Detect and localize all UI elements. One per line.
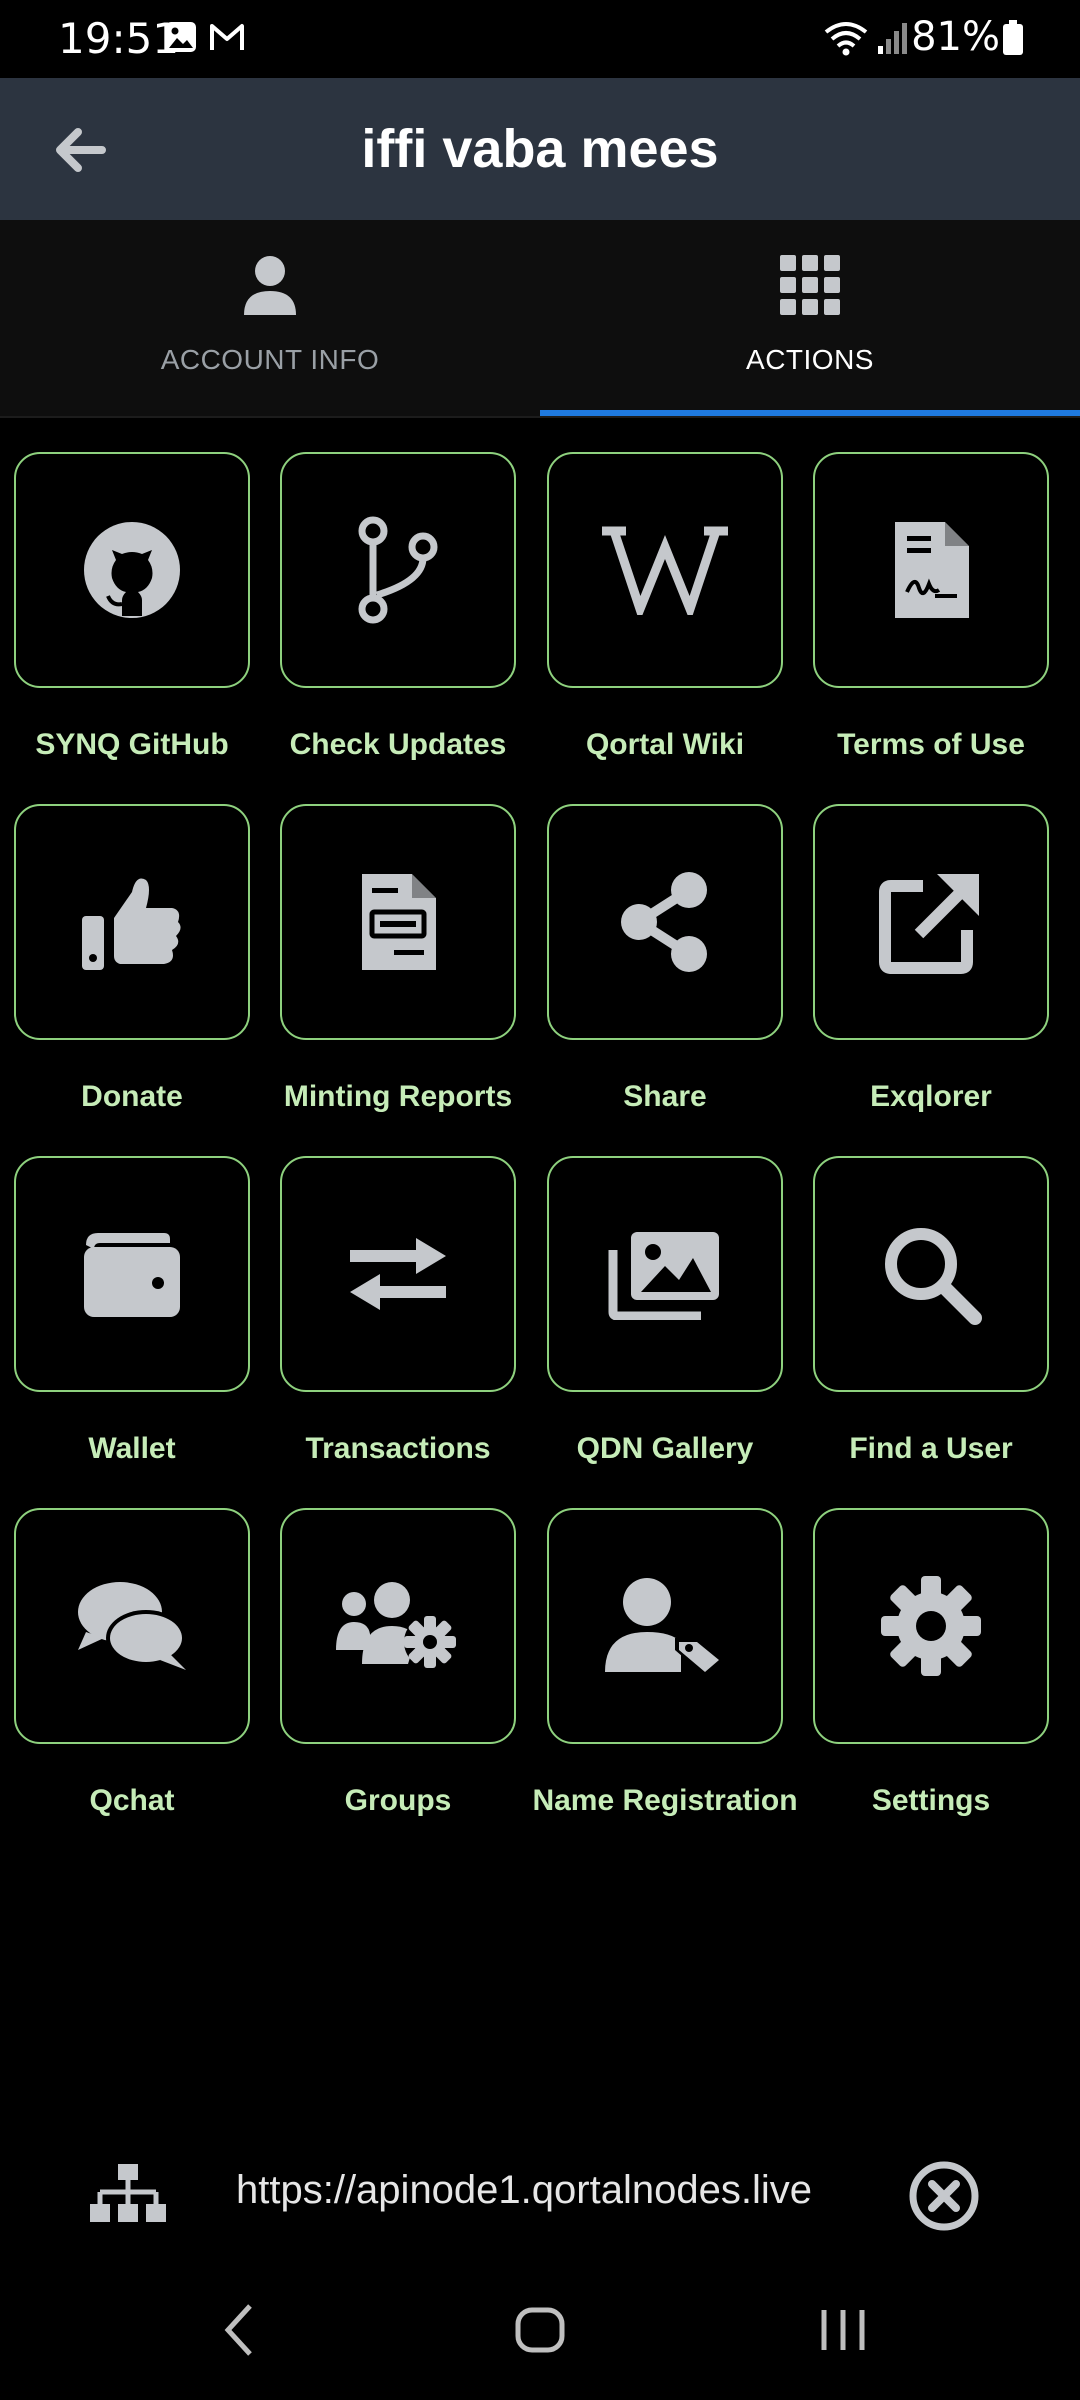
system-nav-bar bbox=[0, 2280, 1080, 2380]
action-label: Qchat bbox=[89, 1784, 175, 1817]
chat-bubbles-icon bbox=[78, 1582, 186, 1670]
wallet-icon bbox=[84, 1233, 180, 1317]
report-document-icon bbox=[362, 874, 436, 970]
action-tile[interactable] bbox=[547, 452, 783, 688]
swap-arrows-icon bbox=[350, 1238, 446, 1310]
tab-actions[interactable]: ACTIONS bbox=[540, 220, 1080, 416]
wikipedia-icon bbox=[602, 526, 728, 615]
action-tile[interactable] bbox=[280, 452, 516, 688]
status-bar: 19:51 81% bbox=[0, 0, 1080, 78]
action-tile[interactable] bbox=[280, 1508, 516, 1744]
gmail-notification-icon bbox=[210, 24, 244, 50]
action-tile[interactable] bbox=[813, 1156, 1049, 1392]
action-tile[interactable] bbox=[813, 452, 1049, 688]
action-tile[interactable] bbox=[547, 804, 783, 1040]
action-label: Wallet bbox=[88, 1432, 176, 1465]
action-label: Exqlorer bbox=[870, 1080, 992, 1113]
github-icon bbox=[84, 522, 180, 618]
signal-strength-icon bbox=[878, 23, 907, 54]
app-bar: iffi vaba mees bbox=[0, 78, 1080, 220]
action-label: Find a User bbox=[849, 1432, 1013, 1465]
search-icon bbox=[885, 1228, 982, 1325]
image-gallery-icon bbox=[608, 1232, 719, 1320]
tab-actions-label: ACTIONS bbox=[746, 344, 874, 375]
action-label: Groups bbox=[344, 1784, 452, 1817]
nav-home-icon[interactable] bbox=[514, 2300, 566, 2360]
action-label: Transactions bbox=[305, 1432, 491, 1465]
tab-bar: ACCOUNT INFO ACTIONS bbox=[0, 220, 1080, 416]
action-tile[interactable] bbox=[14, 452, 250, 688]
action-label: Check Updates bbox=[289, 728, 507, 761]
gear-icon bbox=[881, 1576, 981, 1676]
status-time: 19:51 bbox=[58, 14, 180, 63]
tab-account-info-label: ACCOUNT INFO bbox=[160, 344, 380, 375]
action-label: Donate bbox=[81, 1080, 183, 1113]
action-tile[interactable] bbox=[14, 1508, 250, 1744]
action-tile[interactable] bbox=[280, 1156, 516, 1392]
action-label: Qortal Wiki bbox=[585, 728, 745, 761]
action-label: Name Registration bbox=[532, 1784, 798, 1817]
tab-account-info[interactable]: ACCOUNT INFO bbox=[0, 220, 540, 416]
action-tile[interactable] bbox=[813, 1508, 1049, 1744]
action-label: Minting Reports bbox=[283, 1080, 513, 1113]
action-label: Terms of Use bbox=[837, 728, 1025, 761]
group-settings-icon bbox=[336, 1582, 456, 1668]
action-tile[interactable] bbox=[547, 1508, 783, 1744]
page-title: iffi vaba mees bbox=[361, 119, 719, 179]
node-url: https://apinode1.qortalnodes.live bbox=[236, 2168, 812, 2212]
nav-back-icon[interactable] bbox=[220, 2300, 260, 2360]
person-icon bbox=[244, 256, 296, 315]
action-label: Share bbox=[623, 1080, 707, 1113]
network-icon bbox=[90, 2164, 166, 2222]
action-label: QDN Gallery bbox=[576, 1432, 754, 1465]
action-tile[interactable] bbox=[547, 1156, 783, 1392]
signed-document-icon bbox=[895, 522, 969, 618]
action-tile[interactable] bbox=[14, 1156, 250, 1392]
close-circle-icon[interactable] bbox=[908, 2160, 980, 2232]
share-icon bbox=[621, 872, 707, 972]
action-tile[interactable] bbox=[280, 804, 516, 1040]
git-branch-icon bbox=[358, 516, 438, 624]
node-bar: https://apinode1.qortalnodes.live bbox=[0, 2150, 1080, 2240]
user-tag-icon bbox=[605, 1578, 725, 1676]
wifi-icon bbox=[824, 22, 868, 56]
gallery-notification-icon bbox=[166, 22, 196, 52]
action-tile[interactable] bbox=[14, 804, 250, 1040]
divider bbox=[0, 416, 1080, 418]
grid-icon bbox=[780, 255, 840, 315]
external-link-icon bbox=[879, 874, 979, 974]
thumbs-up-icon bbox=[82, 878, 181, 970]
battery-icon bbox=[1003, 20, 1023, 55]
action-tile[interactable] bbox=[813, 804, 1049, 1040]
nav-recents-icon[interactable] bbox=[818, 2300, 868, 2360]
action-label: SYNQ GitHub bbox=[35, 728, 229, 761]
action-label: Settings bbox=[871, 1784, 991, 1817]
battery-percent: 81% bbox=[911, 14, 1000, 60]
